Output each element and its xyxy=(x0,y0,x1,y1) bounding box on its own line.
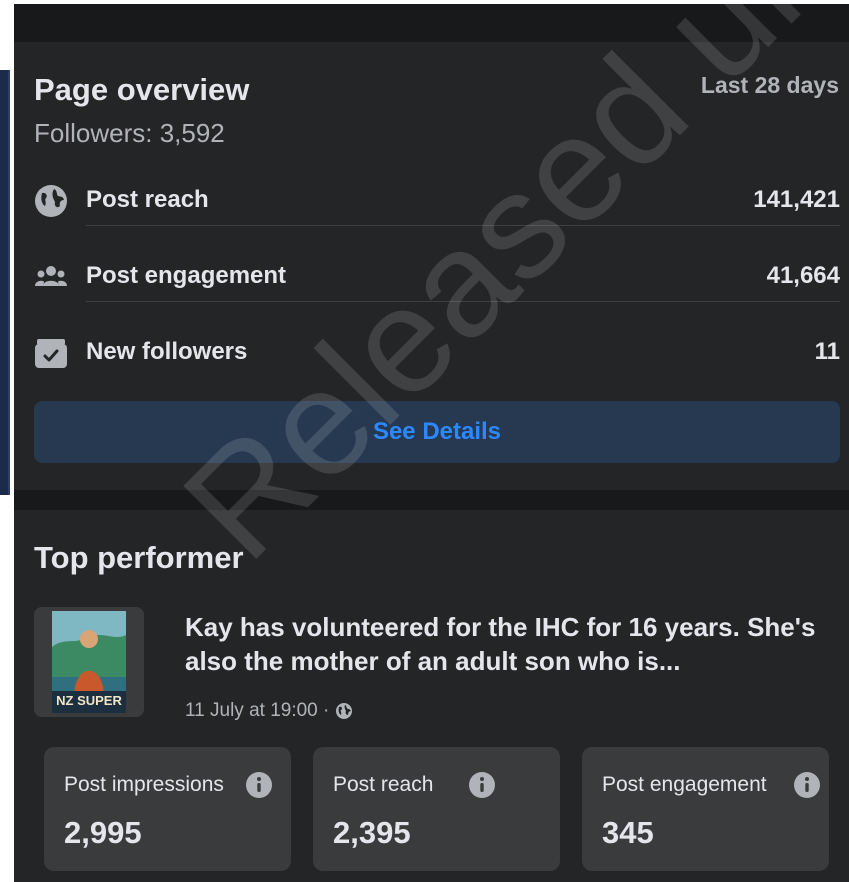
people-icon xyxy=(35,266,67,286)
globe-icon xyxy=(336,703,353,719)
stat-value: 2,395 xyxy=(333,815,411,850)
stat-card-engagement: Post engagement 345 xyxy=(582,747,829,871)
metric-row-new-followers: New followers 11 xyxy=(34,330,840,374)
globe-icon xyxy=(35,185,67,217)
stat-value: 2,995 xyxy=(64,815,142,850)
info-icon[interactable] xyxy=(793,771,821,799)
top-performer-title: Top performer xyxy=(34,540,244,575)
stat-label: Post impressions xyxy=(64,773,224,796)
left-edge-white xyxy=(0,0,14,70)
metric-row-post-reach: Post reach 141,421 xyxy=(34,178,840,222)
metric-row-post-engagement: Post engagement 41,664 xyxy=(34,254,840,298)
stat-card-reach: Post reach 2,395 xyxy=(313,747,560,871)
metric-value: 41,664 xyxy=(766,262,840,289)
followers-count: Followers: 3,592 xyxy=(34,118,225,148)
page-overview-card: Page overview Last 28 days Followers: 3,… xyxy=(14,42,849,490)
see-details-button[interactable]: See Details xyxy=(34,401,840,463)
page-overview-title: Page overview xyxy=(34,72,250,107)
section-gap xyxy=(14,490,849,510)
left-edge-panel xyxy=(0,70,10,495)
stat-label: Post engagement xyxy=(602,773,767,796)
info-icon[interactable] xyxy=(468,771,496,799)
metric-label: Post reach xyxy=(86,186,209,213)
date-range-selector[interactable]: Last 28 days xyxy=(701,72,839,99)
metric-value: 141,421 xyxy=(753,186,840,213)
metric-label: New followers xyxy=(86,338,248,365)
post-meta: 11 July at 19:00 · xyxy=(185,700,353,722)
follow-check-icon xyxy=(35,339,67,368)
metric-label: Post engagement xyxy=(86,262,287,289)
stat-label: Post reach xyxy=(333,773,434,796)
metric-value: 11 xyxy=(814,338,840,365)
post-timestamp: 11 July at 19:00 · xyxy=(185,700,330,721)
thumbnail-caption: NZ SUPER xyxy=(56,693,122,708)
divider xyxy=(86,225,840,226)
stat-value: 345 xyxy=(602,815,654,850)
stat-card-impressions: Post impressions 2,995 xyxy=(44,747,291,871)
post-thumbnail[interactable]: NZ SUPER xyxy=(34,607,144,717)
top-performer-card: Top performer NZ SUPER Kay has volunteer… xyxy=(14,510,849,882)
post-text[interactable]: Kay has volunteered for the IHC for 16 y… xyxy=(185,610,825,678)
info-icon[interactable] xyxy=(245,771,273,799)
top-bar xyxy=(14,4,849,42)
divider xyxy=(86,301,840,302)
